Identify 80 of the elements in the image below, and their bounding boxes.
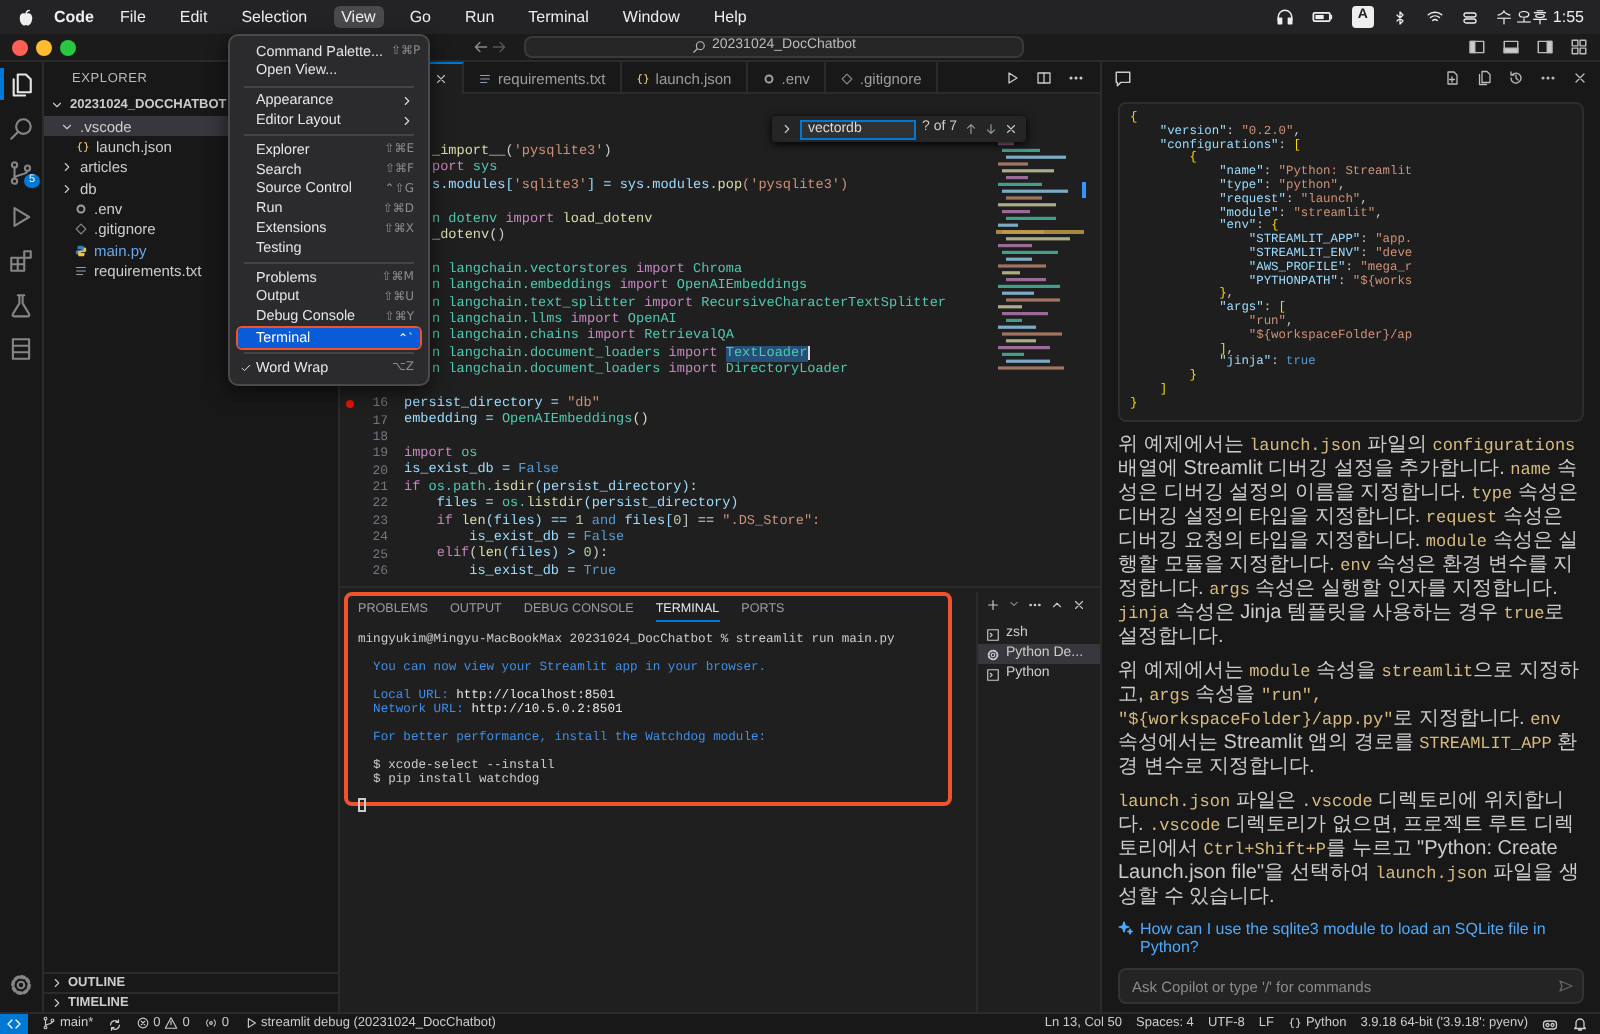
bell-icon[interactable] [1572,1016,1588,1032]
history-icon[interactable] [1508,70,1524,86]
play-icon [243,1016,257,1031]
battery-icon[interactable] [1311,6,1334,28]
menu-bar-item[interactable]: Edit [171,5,216,29]
menu-bar-item[interactable]: View [333,5,384,29]
previous-match-icon[interactable] [963,122,978,136]
add-icon[interactable] [986,597,1000,611]
antenna-icon [203,1016,218,1031]
close-icon[interactable] [1003,122,1018,136]
blocks-icon[interactable] [8,247,34,273]
menu-bar-item[interactable]: Selection [233,5,316,29]
brackets-icon [6,1016,22,1032]
chevron-icon[interactable] [1008,598,1020,610]
copy-icon[interactable] [1476,70,1492,86]
close-icon[interactable] [434,72,448,86]
terminal-icon [986,627,1000,641]
send-icon[interactable] [1558,978,1574,994]
flask-icon[interactable] [8,291,34,317]
close-icon[interactable] [1572,70,1588,86]
layout-grid-icon[interactable] [1570,38,1588,56]
scm-icon [42,1016,56,1031]
toggle-sidebar-icon[interactable] [1468,38,1486,56]
menu-bar-item[interactable]: Terminal [520,5,597,29]
ring-icon [761,71,776,85]
expand-chevron-icon[interactable] [780,122,794,136]
suggestion-link[interactable]: How can I use the sqlite3 module to load an SQLite file in Python? [1118,919,1584,958]
sparkle-icon [1118,919,1134,936]
breakpoint-dot[interactable] [346,400,354,409]
toggle-secondary-sidebar-icon[interactable] [1536,38,1554,56]
braces-icon [635,71,650,85]
new-chat-icon[interactable] [1444,70,1460,86]
run-icon[interactable] [1004,69,1020,85]
braces-icon [76,140,90,155]
branch-icon[interactable] [8,159,34,185]
sync-icon[interactable] [107,1017,122,1031]
chat-paragraph: launch.json 파일은 .vscode 디렉토리에 위치합니다. .vscode 디렉토리가 없으면, 프로젝트 루트 디렉토리에서 Ctrl+Shift+P를 누르고 "Python: Create Launch.json file"을 선택하여 launch.json 파일을 생성할 수 있습니다. [1118,789,1581,908]
braces-icon [1287,1016,1302,1031]
chat-paragraph: 위 예제에서는 launch.json 파일의 configurations 배열에 Streamlit 디버깅 설정을 추가합니다. name 속성은 디버깅 설정의 이름을 지정합니다. type 속성은 디버깅 설정의 타입을 지정합니다. request 속성은 디버깅 요청의 타입을 지정합니다. module 속성은 실행할 모듈을 지정합니다. env 속성은 환경 변수를 지정합니다. args 속성은 실행할 인자를 지정합니다. jinja 속성은 Jinja 템플릿을 사용하는 경우 true로 설정합니다. [1118,433,1581,648]
stack-icon[interactable] [8,335,34,361]
python-icon [74,243,88,258]
menu-bar-item[interactable]: File [112,5,154,29]
headphones-icon[interactable] [1275,8,1294,26]
back-arrow-icon[interactable] [472,38,490,56]
maximize-chevron-icon[interactable] [1050,597,1064,611]
lines-icon [74,263,88,278]
chat-icon[interactable] [1114,69,1132,87]
files-icon[interactable] [8,71,34,97]
goggles-icon[interactable] [1542,1016,1558,1032]
search-icon[interactable] [8,115,34,141]
search-icon [691,40,706,54]
lines-icon [478,71,492,85]
ring-icon [74,201,88,216]
apple-icon[interactable] [16,7,36,27]
split-editor-icon[interactable] [1036,69,1052,85]
close-window-button[interactable] [12,39,28,55]
app-menu[interactable]: Code [54,7,94,27]
toggle-panel-icon[interactable] [1502,38,1520,56]
menu-bar-item[interactable]: Run [456,5,503,29]
diamond-icon [74,222,88,237]
chat-paragraph: 위 예제에서는 module 속성을 streamlit으로 지정하고, args 속성을 "run", "${workspaceFolder}/app.py"로 지정합니다. env 속성에서는 Streamlit 앱의 경로를 STREAMLIT_APP 환경 변수로 지정합니다. [1118,659,1581,778]
remote-button[interactable] [0,1014,28,1034]
diamond-icon [839,71,854,85]
error-icon [135,1016,150,1031]
toggle-icon[interactable] [1461,9,1478,25]
bluetooth-icon[interactable] [1391,9,1408,25]
zoom-button[interactable] [60,39,76,55]
menu-bar-item[interactable]: Go [401,5,439,29]
play-icon[interactable] [8,203,34,229]
settings-icon[interactable] [8,971,34,997]
menu-bar-item[interactable]: Window [614,5,688,29]
clock[interactable]: 수 오후 1:55 [1495,7,1584,27]
close-icon[interactable] [1072,597,1086,611]
wifi-icon[interactable] [1425,8,1444,26]
next-match-icon[interactable] [983,122,998,136]
terminal-icon [986,667,1000,681]
minimize-button[interactable] [36,39,52,55]
warning-icon [164,1016,179,1031]
terminal-cursor [358,798,366,812]
menu-bar-item[interactable]: Help [705,5,755,29]
